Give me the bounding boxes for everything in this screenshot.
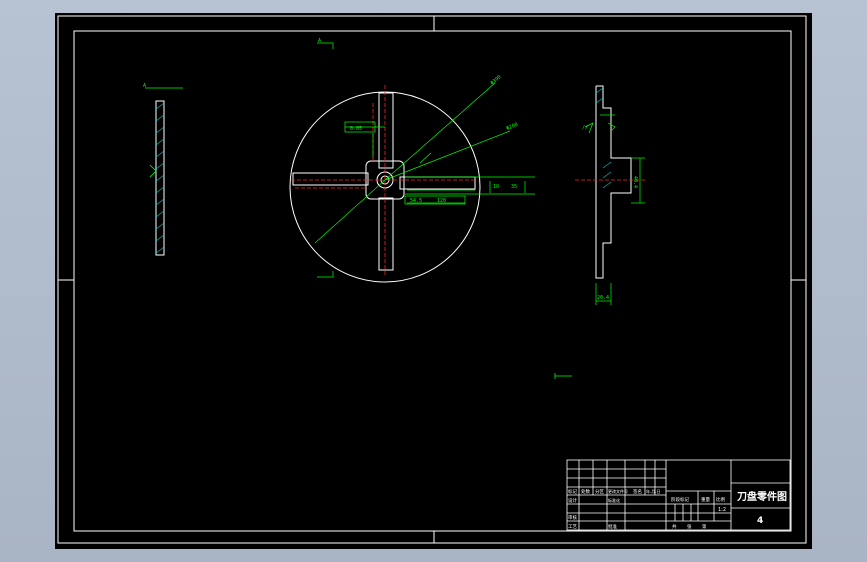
tb-index: 第 <box>702 523 707 530</box>
tb-signature: 签名 <box>633 488 642 495</box>
note-mark <box>554 373 572 379</box>
dim-len-b: 120 <box>437 198 446 204</box>
drawing-canvas: A Φ390 Φ200 54.5 120 10 35 0.05 A 40.4 2… <box>57 15 807 544</box>
outer-frame <box>57 15 807 544</box>
tb-total: 共 <box>672 523 677 530</box>
dim-len-a: 54.5 <box>410 198 422 204</box>
inner-frame <box>73 30 792 532</box>
section-label-top: A <box>318 38 321 44</box>
tb-zone: 分区 <box>595 488 604 495</box>
tb-weight: 重量 <box>701 496 710 503</box>
dim-len-d: 35 <box>511 184 517 190</box>
tb-stage: 阶段标记 <box>671 496 689 503</box>
tb-change-doc: 更改文件号 <box>608 488 628 494</box>
tb-standardization: 标准化 <box>608 497 620 503</box>
left-side-view: A <box>143 83 183 256</box>
tb-mark: 标记 <box>568 488 577 495</box>
right-section-view: 40.4 20.4 // <box>575 85 645 305</box>
dim-thickness: 20.4 <box>597 295 609 301</box>
tb-date: 年.月.日 <box>646 488 661 494</box>
tb-approve: 批准 <box>608 523 617 530</box>
section-label-left: A <box>143 83 146 89</box>
tb-process: 工艺 <box>568 524 577 530</box>
tb-sheet: 张 <box>687 523 692 530</box>
dim-hub: 40.4 <box>632 176 638 188</box>
tolerance-box: 0.05 <box>350 126 362 132</box>
title-block-text: 标记 处数 分区 更改文件号 签名 年.月.日 设计 标准化 审核 工艺 批准 … <box>568 488 787 530</box>
drawing-title: 刀盘零件图 <box>737 490 787 503</box>
dim-mid-diameter: Φ200 <box>506 122 519 132</box>
dim-outer-diameter: Φ390 <box>489 74 502 86</box>
tb-review: 审核 <box>568 514 577 521</box>
tb-ratio: 比例 <box>716 496 725 503</box>
cutter-disc-front-view: Φ390 Φ200 54.5 120 10 35 0.05 A <box>289 38 535 283</box>
flatness-symbol: // <box>582 125 588 131</box>
centering-marks <box>58 16 806 543</box>
cad-viewport[interactable]: A Φ390 Φ200 54.5 120 10 35 0.05 A 40.4 2… <box>55 13 812 549</box>
tb-scale: 1:2 <box>718 507 726 513</box>
dim-len-c: 10 <box>493 184 499 190</box>
sheet-number: 4 <box>757 516 763 526</box>
tb-count: 处数 <box>581 488 590 495</box>
tb-design: 设计 <box>568 497 577 504</box>
